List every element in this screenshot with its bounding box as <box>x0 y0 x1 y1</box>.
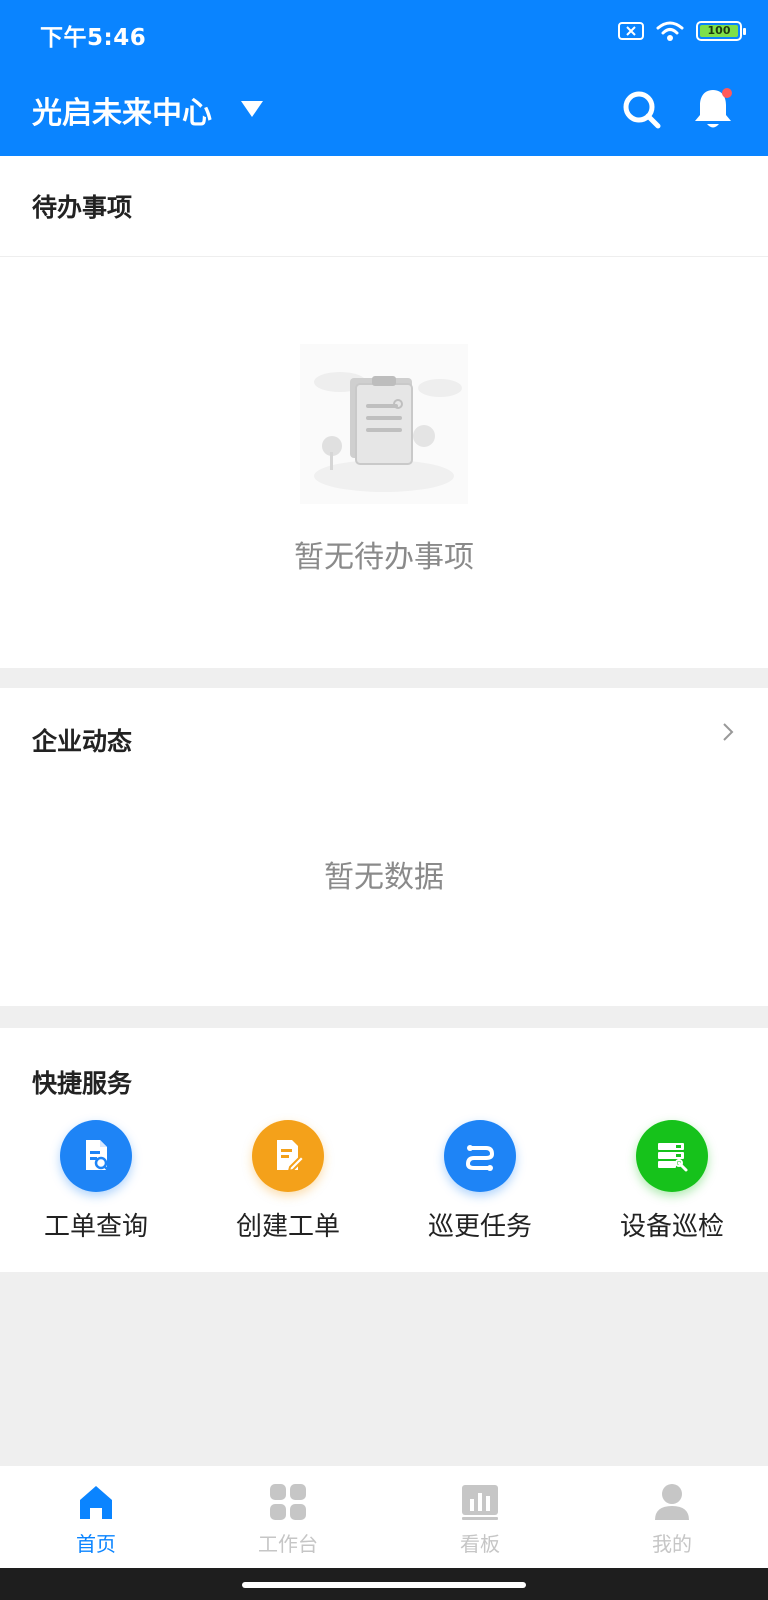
server-wrench-icon <box>636 1120 708 1192</box>
news-section: 企业动态 暂无数据 <box>0 688 768 1006</box>
home-indicator[interactable] <box>242 1582 526 1588</box>
app-header: 下午5:46 100 光启未来中心 <box>0 0 768 156</box>
todo-title: 待办事项 <box>32 193 133 222</box>
nav-label: 首页 <box>76 1532 116 1556</box>
quick-item-label: 创建工单 <box>235 1212 340 1242</box>
home-screen: 下午5:46 100 光启未来中心 待办事项 暂无待办事项 企业动态 暂无数据 … <box>0 0 768 1600</box>
header-title-row: 光启未来中心 <box>0 84 768 144</box>
quick-item-label: 巡更任务 <box>427 1212 532 1242</box>
quick-item-create-work-order[interactable]: 创建工单 <box>192 1120 384 1243</box>
nav-label: 工作台 <box>258 1532 318 1556</box>
status-icons: 100 <box>618 20 746 42</box>
user-icon <box>655 1484 689 1520</box>
news-title: 企业动态 <box>32 727 133 756</box>
chevron-right-icon[interactable] <box>722 722 734 742</box>
todo-section: 待办事项 暂无待办事项 <box>0 156 768 668</box>
center-selector-label[interactable]: 光启未来中心 <box>32 88 212 132</box>
notification-dot <box>722 88 732 98</box>
quick-item-patrol-task[interactable]: 巡更任务 <box>384 1120 576 1243</box>
quick-services-section: 快捷服务 工单查询 创建工单 巡更任务 设备巡检 <box>0 1028 768 1272</box>
sim-error-icon <box>618 22 644 40</box>
nav-item-dashboard[interactable]: 看板 <box>384 1466 576 1568</box>
status-bar: 下午5:46 100 <box>0 0 768 64</box>
nav-label: 我的 <box>652 1532 692 1556</box>
news-empty-text: 暂无数据 <box>324 860 444 895</box>
route-icon <box>444 1120 516 1192</box>
quick-item-work-order-query[interactable]: 工单查询 <box>0 1120 192 1243</box>
bar-chart-icon <box>462 1485 498 1520</box>
nav-label: 看板 <box>460 1532 500 1556</box>
battery-icon: 100 <box>696 21 746 41</box>
document-edit-icon <box>252 1120 324 1192</box>
system-navigation-bar <box>0 1568 768 1600</box>
nav-item-profile[interactable]: 我的 <box>576 1466 768 1568</box>
status-time: 下午5:46 <box>40 25 147 51</box>
notification-button[interactable] <box>690 86 736 132</box>
dropdown-caret-icon[interactable] <box>240 100 264 118</box>
document-search-icon <box>60 1120 132 1192</box>
quick-item-label: 设备巡检 <box>619 1212 724 1242</box>
quick-title: 快捷服务 <box>32 1069 133 1098</box>
wifi-icon <box>656 21 684 41</box>
quick-services-grid: 工单查询 创建工单 巡更任务 设备巡检 <box>0 1120 768 1243</box>
nav-item-home[interactable]: 首页 <box>0 1466 192 1568</box>
bottom-nav: 首页 工作台 看板 我的 <box>0 1466 768 1568</box>
quick-item-equipment-inspection[interactable]: 设备巡检 <box>576 1120 768 1243</box>
home-icon <box>80 1486 112 1519</box>
quick-item-label: 工单查询 <box>43 1212 148 1242</box>
todo-empty-text: 暂无待办事项 <box>294 540 474 575</box>
empty-clipboard-illustration <box>300 344 468 504</box>
battery-level: 100 <box>700 25 738 37</box>
nav-item-workbench[interactable]: 工作台 <box>192 1466 384 1568</box>
divider <box>0 256 768 257</box>
search-icon[interactable] <box>620 88 664 132</box>
grid-icon <box>270 1484 306 1520</box>
